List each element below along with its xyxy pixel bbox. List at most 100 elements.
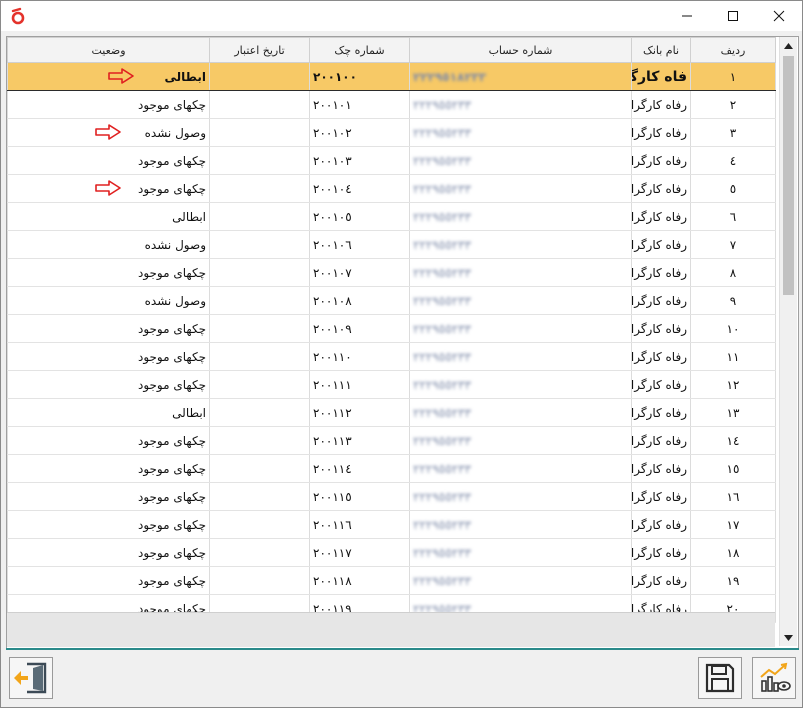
account-number-cell[interactable]: ٢٢٢٩٥١٨٢٣٣ [409,62,632,91]
table-row[interactable]: ١٥رفاه کارگران ٢٢٢٩٥٥٢٣٣٢٠٠١١٤ چکهای موجود [7,454,776,483]
bank-name-cell[interactable]: رفاه کارگران [631,342,691,371]
check-number-cell[interactable]: ٢٠٠١٠٨ [309,286,410,315]
bank-name-cell[interactable]: رفاه کارگران [631,454,691,483]
row-number-cell[interactable]: ٩ [690,286,776,315]
report-button[interactable] [752,657,796,699]
validity-date-cell[interactable] [209,118,310,147]
status-cell[interactable]: ابطالی [7,202,210,231]
check-number-cell[interactable]: ٢٠٠١٠٧ [309,258,410,287]
check-number-cell[interactable]: ٢٠٠١٠٩ [309,314,410,343]
status-cell[interactable]: ابطالی [7,398,210,427]
account-number-cell[interactable]: ٢٢٢٩٥٥٢٣٣ [409,90,632,119]
bank-name-cell[interactable]: رفاه کارگران [631,566,691,595]
status-cell[interactable]: چکهای موجود [7,426,210,455]
account-number-cell[interactable]: ٢٢٢٩٥٥٢٣٣ [409,426,632,455]
column-header-check-number[interactable]: شماره چک [309,37,410,63]
table-row[interactable]: ١٦رفاه کارگران ٢٢٢٩٥٥٢٣٣٢٠٠١١٥ چکهای موجود [7,482,776,511]
column-header-status[interactable]: وضعیت [7,37,210,63]
validity-date-cell[interactable] [209,314,310,343]
check-number-cell[interactable]: ٢٠٠١١٢ [309,398,410,427]
bank-name-cell[interactable]: رفاه کارگران [631,538,691,567]
table-row[interactable]: ٥رفاه کارگران ٢٢٢٩٥٥٢٣٣٢٠٠١٠٤ چکهای موجود [7,174,776,203]
status-cell[interactable]: چکهای موجود [7,510,210,539]
table-row[interactable]: ١٤رفاه کارگران ٢٢٢٩٥٥٢٣٣٢٠٠١١٣ چکهای موجود [7,426,776,455]
validity-date-cell[interactable] [209,146,310,175]
status-cell[interactable]: ابطالی [7,62,210,91]
row-number-cell[interactable]: ١٧ [690,510,776,539]
status-cell[interactable]: چکهای موجود [7,342,210,371]
status-cell[interactable]: چکهای موجود [7,314,210,343]
table-row[interactable]: ١١رفاه کارگران ٢٢٢٩٥٥٢٣٣٢٠٠١١٠ چکهای موجود [7,342,776,371]
bank-name-cell[interactable]: رفاه کارگران [631,174,691,203]
status-cell[interactable]: چکهای موجود [7,566,210,595]
table-row[interactable]: ٩رفاه کارگران ٢٢٢٩٥٥٢٣٣٢٠٠١٠٨ وصول نشده [7,286,776,315]
bank-name-cell[interactable]: رفاه کارگران [631,426,691,455]
account-number-cell[interactable]: ٢٢٢٩٥٥٢٣٣ [409,398,632,427]
check-number-cell[interactable]: ٢٠٠١٠٠ [309,62,410,91]
account-number-cell[interactable]: ٢٢٢٩٥٥٢٣٣ [409,538,632,567]
check-number-cell[interactable]: ٢٠٠١٠٢ [309,118,410,147]
bank-name-cell[interactable]: رفاه کارگران [631,90,691,119]
status-cell[interactable]: چکهای موجود [7,454,210,483]
row-number-cell[interactable]: ٤ [690,146,776,175]
bank-name-cell[interactable]: رفاه کارگران [631,146,691,175]
scrollbar-thumb[interactable] [783,56,794,295]
bank-name-cell[interactable]: فاه کارگران [631,62,691,91]
check-number-cell[interactable]: ٢٠٠١١١ [309,370,410,399]
table-row[interactable]: ٧رفاه کارگران ٢٢٢٩٥٥٢٣٣٢٠٠١٠٦ وصول نشده [7,230,776,259]
check-number-cell[interactable]: ٢٠٠١١٥ [309,482,410,511]
column-header-bank-name[interactable]: نام بانک [631,37,691,63]
row-number-cell[interactable]: ١٥ [690,454,776,483]
column-header-account-number[interactable]: شماره حساب [409,37,632,63]
bank-name-cell[interactable]: رفاه کارگران [631,398,691,427]
status-cell[interactable]: وصول نشده [7,118,210,147]
check-number-cell[interactable]: ٢٠٠١٠٦ [309,230,410,259]
table-row[interactable]: ٦رفاه کارگران ٢٢٢٩٥٥٢٣٣٢٠٠١٠٥ ابطالی [7,202,776,231]
row-number-cell[interactable]: ١٩ [690,566,776,595]
close-button[interactable] [756,1,802,31]
status-cell[interactable]: وصول نشده [7,286,210,315]
check-number-cell[interactable]: ٢٠٠١١٧ [309,538,410,567]
validity-date-cell[interactable] [209,510,310,539]
bank-name-cell[interactable]: رفاه کارگران [631,258,691,287]
table-row[interactable]: ٤رفاه کارگران ٢٢٢٩٥٥٢٣٣٢٠٠١٠٣ چکهای موجود [7,146,776,175]
account-number-cell[interactable]: ٢٢٢٩٥٥٢٣٣ [409,454,632,483]
status-cell[interactable]: چکهای موجود [7,90,210,119]
bank-name-cell[interactable]: رفاه کارگران [631,230,691,259]
row-number-cell[interactable]: ٥ [690,174,776,203]
validity-date-cell[interactable] [209,62,310,91]
status-cell[interactable]: چکهای موجود [7,258,210,287]
account-number-cell[interactable]: ٢٢٢٩٥٥٢٣٣ [409,314,632,343]
validity-date-cell[interactable] [209,566,310,595]
bank-name-cell[interactable]: رفاه کارگران [631,286,691,315]
row-number-cell[interactable]: ١ [690,62,776,91]
table-row[interactable]: ١٧رفاه کارگران ٢٢٢٩٥٥٢٣٣٢٠٠١١٦ چکهای موجود [7,510,776,539]
validity-date-cell[interactable] [209,454,310,483]
status-cell[interactable]: چکهای موجود [7,482,210,511]
row-number-cell[interactable]: ٢ [690,90,776,119]
check-number-cell[interactable]: ٢٠٠١٠٣ [309,146,410,175]
table-row[interactable]: ١٨رفاه کارگران ٢٢٢٩٥٥٢٣٣٢٠٠١١٧ چکهای موجود [7,538,776,567]
validity-date-cell[interactable] [209,482,310,511]
validity-date-cell[interactable] [209,426,310,455]
check-number-cell[interactable]: ٢٠٠١١٤ [309,454,410,483]
table-row[interactable]: ٣رفاه کارگران ٢٢٢٩٥٥٢٣٣٢٠٠١٠٢ وصول نشده [7,118,776,147]
column-header-validity-date[interactable]: تاریخ اعتبار [209,37,310,63]
table-row[interactable]: ١فاه کارگران ٢٢٢٩٥١٨٢٣٣٢٠٠١٠٠ ابطالی [7,62,776,91]
row-number-cell[interactable]: ١١ [690,342,776,371]
account-number-cell[interactable]: ٢٢٢٩٥٥٢٣٣ [409,370,632,399]
bank-name-cell[interactable]: رفاه کارگران [631,202,691,231]
account-number-cell[interactable]: ٢٢٢٩٥٥٢٣٣ [409,230,632,259]
validity-date-cell[interactable] [209,230,310,259]
status-cell[interactable]: چکهای موجود [7,146,210,175]
validity-date-cell[interactable] [209,286,310,315]
table-row[interactable]: ١٢رفاه کارگران ٢٢٢٩٥٥٢٣٣٢٠٠١١١ چکهای موجود [7,370,776,399]
bank-name-cell[interactable]: رفاه کارگران [631,118,691,147]
checks-grid[interactable]: ردیف نام بانک شماره حساب شماره چک تاریخ … [6,36,799,649]
table-row[interactable]: ١٠رفاه کارگران ٢٢٢٩٥٥٢٣٣٢٠٠١٠٩ چکهای موجود [7,314,776,343]
table-row[interactable]: ٨رفاه کارگران ٢٢٢٩٥٥٢٣٣٢٠٠١٠٧ چکهای موجود [7,258,776,287]
exit-button[interactable] [9,657,53,699]
account-number-cell[interactable]: ٢٢٢٩٥٥٢٣٣ [409,566,632,595]
validity-date-cell[interactable] [209,398,310,427]
account-number-cell[interactable]: ٢٢٢٩٥٥٢٣٣ [409,482,632,511]
